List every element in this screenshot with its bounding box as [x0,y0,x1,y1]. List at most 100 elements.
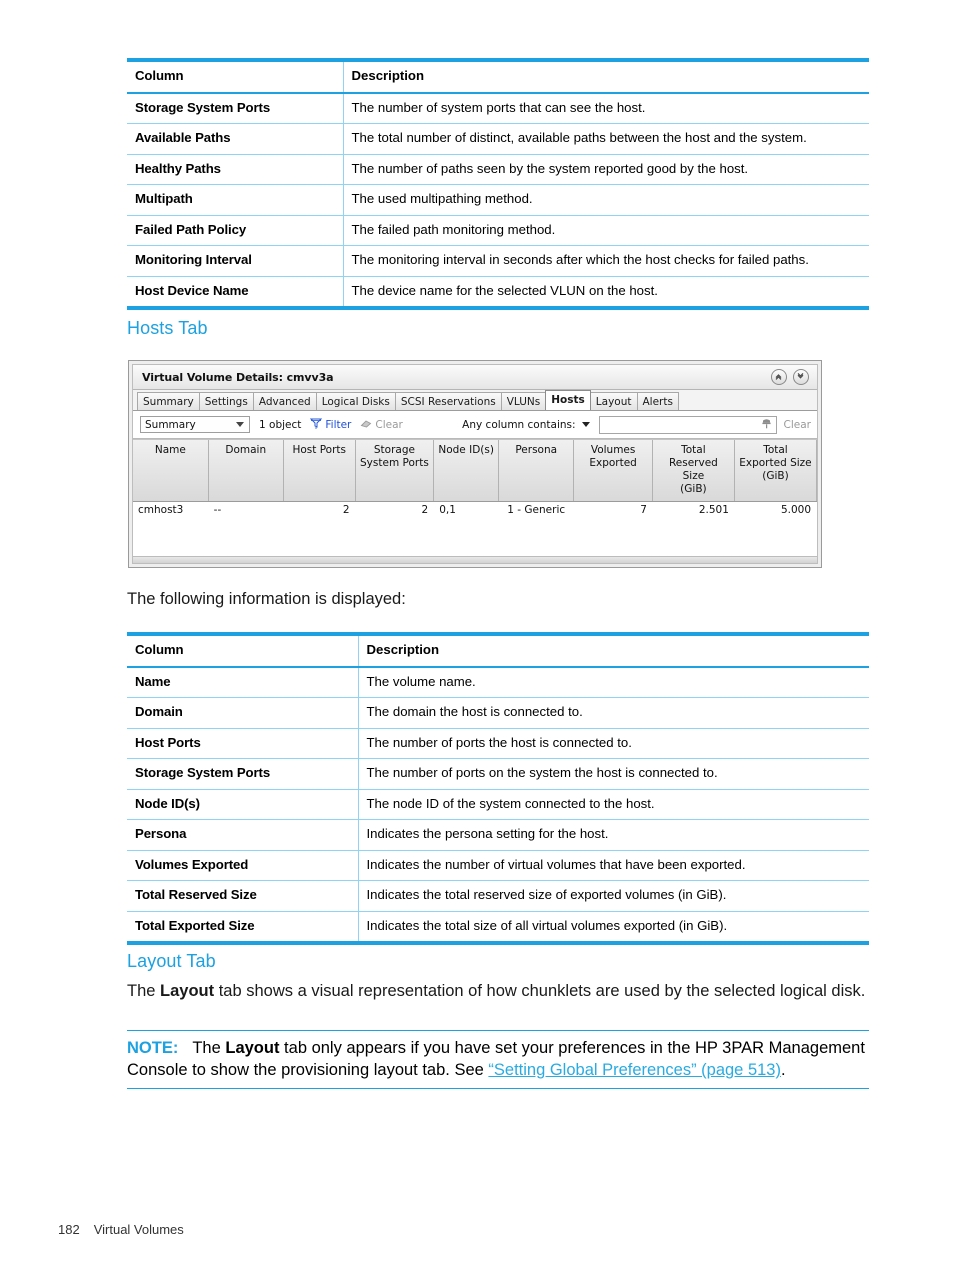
grid-cell-storage-system-ports: 2 [421,503,429,516]
table-header-cell: Description [357,636,869,668]
table-row: Multipath The used multipathing method. [127,184,869,216]
page-footer: 182 Virtual Volumes [58,1222,184,1237]
note-callout: NOTE: The Layout tab only appears if you … [127,1030,869,1089]
table-cell-column: Name [127,666,358,698]
search-input[interactable] [598,415,777,434]
hosts-tab-heading: Hosts Tab [127,318,208,338]
table-row: Healthy Paths The number of paths seen by… [127,154,869,185]
note-part3: . [780,1061,786,1080]
table-header-row: Column Description [127,636,869,668]
any-column-contains-label: Any column contains: [462,418,576,431]
table-header-cell: Description [342,62,869,94]
table-cell-column: Available Paths [127,123,343,155]
tab-logical-disks[interactable]: Logical Disks [315,392,396,410]
table-cell-column: Persona [127,819,358,851]
setting-global-preferences-link[interactable]: “Setting Global Preferences” (page 513) [488,1061,781,1079]
table-header-row: Column Description [127,62,869,94]
tab-settings[interactable]: Settings [198,392,254,410]
tab-alerts[interactable]: Alerts [636,392,679,410]
grid-cell-total-exported-size: 5.000 [780,503,811,516]
table-cell-description: The failed path monitoring method. [342,215,869,246]
virtual-volume-details-screenshot: Virtual Volume Details: cmvv3a Summary Se… [128,360,822,568]
table-row: Storage System Ports The number of system… [127,92,869,124]
table-cell-column: Domain [127,697,358,729]
hosts-grid: Name Domain Host Ports Storage System Ports N… [133,439,818,563]
table-header-cell: Column [127,62,343,94]
table-row: Name The volume name. [127,666,869,698]
dialog-tab-bar: Summary Settings Advanced Logical Disks SCSI… [133,390,817,411]
chevron-down-circle-icon[interactable] [793,369,809,385]
grid-cell-persona: 1 - Generic [507,503,566,516]
tab-layout[interactable]: Layout [589,392,638,410]
view-select-value: Summary [145,418,196,431]
table-row: Host Ports The number of ports the host i… [127,728,869,759]
grid-row[interactable]: cmhost3 -- 2 2 0,1 1 - Generic 7 2.501 5.000 [133,501,817,518]
table-row: Domain The domain the host is connected t… [127,697,869,729]
footer-page-number: 182 [58,1222,80,1237]
table-row: Persona Indicates the persona setting for… [127,819,869,851]
table-cell-description: The number of ports on the system the ho… [357,758,869,790]
table-cell-column: Volumes Exported [127,850,358,881]
clear-search-button[interactable]: Clear [784,419,811,431]
table-header-cell: Column [127,636,358,668]
layout-para-part1: The [127,982,161,1000]
table-row: Volumes Exported Indicates the number of … [127,850,869,881]
horizontal-scrollbar[interactable] [133,556,817,563]
table-cell-column: Multipath [127,184,343,216]
view-select[interactable]: Summary [140,416,250,433]
table-row: Available Paths The total number of disti… [127,123,869,155]
chevron-up-circle-icon[interactable] [771,369,787,385]
table-cell-column: Node ID(s) [127,789,358,820]
tab-advanced[interactable]: Advanced [252,392,317,410]
tab-summary[interactable]: Summary [137,392,200,410]
table-cell-description: The total number of distinct, available … [342,123,869,155]
grid-column-header[interactable]: Host Ports [283,440,356,502]
table-cell-description: The used multipathing method. [342,184,869,216]
footer-section: Virtual Volumes [93,1222,184,1237]
grid-cell-total-reserved-size: 2.501 [698,503,729,516]
table-row: Total Exported Size Indicates the total s… [127,911,869,941]
host-paths-column-table: Column Description Storage System Ports The… [127,58,869,310]
hosts-grid-table: Name Domain Host Ports Storage System Ports N… [133,440,818,518]
table-row: Node ID(s) The node ID of the system conn… [127,789,869,820]
grid-column-header[interactable]: Node ID(s) [433,440,500,502]
grid-column-header[interactable]: Persona [498,440,575,502]
grid-cell-name[interactable]: cmhost3 [133,501,208,518]
chevron-down-icon [236,422,244,427]
grid-column-header[interactable]: Storage System Ports [355,440,435,502]
grid-column-header[interactable]: Volumes Exported [573,440,653,502]
filter-label: Filter [325,418,352,431]
table-cell-column: Monitoring Interval [127,245,343,277]
grid-cell-volumes-exported: 7 [640,503,647,516]
table-row: Storage System Ports The number of ports … [127,758,869,790]
tab-scsi-reservations[interactable]: SCSI Reservations [394,392,502,410]
clear-filter-button[interactable]: Clear [360,417,403,432]
tab-vluns[interactable]: VLUNs [500,392,547,410]
table-cell-description: Indicates the total reserved size of exp… [357,880,869,912]
table-cell-column: Storage System Ports [127,758,358,790]
tab-hosts[interactable]: Hosts [545,390,591,410]
table-cell-description: The number of paths seen by the system r… [342,154,869,185]
layout-para-bold: Layout [160,982,215,1000]
grid-column-header[interactable]: Name [133,440,209,502]
grid-column-header[interactable]: Total Reserved Size (GiB) [652,440,735,502]
grid-column-header[interactable]: Total Exported Size (GiB) [734,440,818,502]
clear-filter-label: Clear [375,418,403,431]
object-count-label: 1 object [259,418,302,431]
dialog-title-bar: Virtual Volume Details: cmvv3a [133,365,817,390]
table-cell-description: The domain the host is connected to. [357,697,869,729]
table-cell-column: Host Ports [127,728,358,759]
table-row: Host Device Name The device name for the … [127,276,869,306]
table-row: Total Reserved Size Indicates the total r… [127,880,869,912]
chevron-down-icon[interactable] [581,422,590,427]
grid-cell-node-ids: 0,1 [439,503,456,516]
table-bottom-rule [127,941,869,945]
dialog-title: Virtual Volume Details: cmvv3a [142,370,334,384]
grid-toolbar: Summary 1 object Filter Clear Any column… [133,411,817,439]
table-cell-description: The monitoring interval in seconds after… [342,245,869,277]
filter-icon [310,417,323,432]
table-cell-description: The volume name. [357,666,869,698]
filter-button[interactable]: Filter [310,417,351,432]
filter-stamp-icon[interactable] [760,417,773,433]
grid-column-header[interactable]: Domain [208,440,284,502]
